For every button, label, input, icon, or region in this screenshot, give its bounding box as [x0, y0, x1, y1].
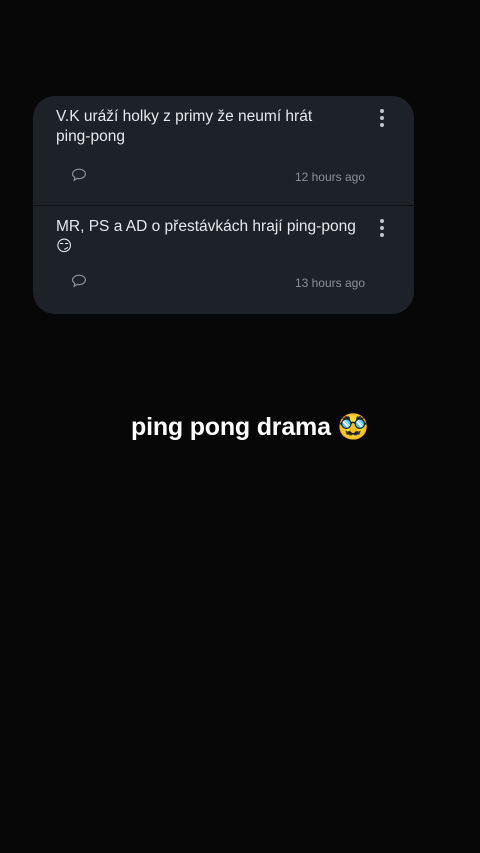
comment-icon[interactable] [71, 168, 87, 182]
post-item[interactable]: V.K uráží holky z primy že neumí hrát pi… [33, 96, 414, 206]
post-timestamp: 12 hours ago [294, 170, 365, 184]
comment-icon[interactable] [71, 274, 87, 288]
post-card-stack: V.K uráží holky z primy že neumí hrát pi… [33, 96, 414, 314]
more-vertical-icon[interactable] [376, 219, 388, 241]
more-vertical-icon[interactable] [376, 109, 388, 131]
post-text: MR, PS a AD o přestávkách hrají ping-pon… [56, 218, 356, 255]
post-text: V.K uráží holky z primy že neumí hrát pi… [56, 108, 313, 145]
story-caption: ping pong drama 🥸 [131, 413, 369, 441]
post-timestamp: 13 hours ago [294, 276, 365, 290]
post-item[interactable]: MR, PS a AD o přestávkách hrají ping-pon… [33, 206, 414, 314]
